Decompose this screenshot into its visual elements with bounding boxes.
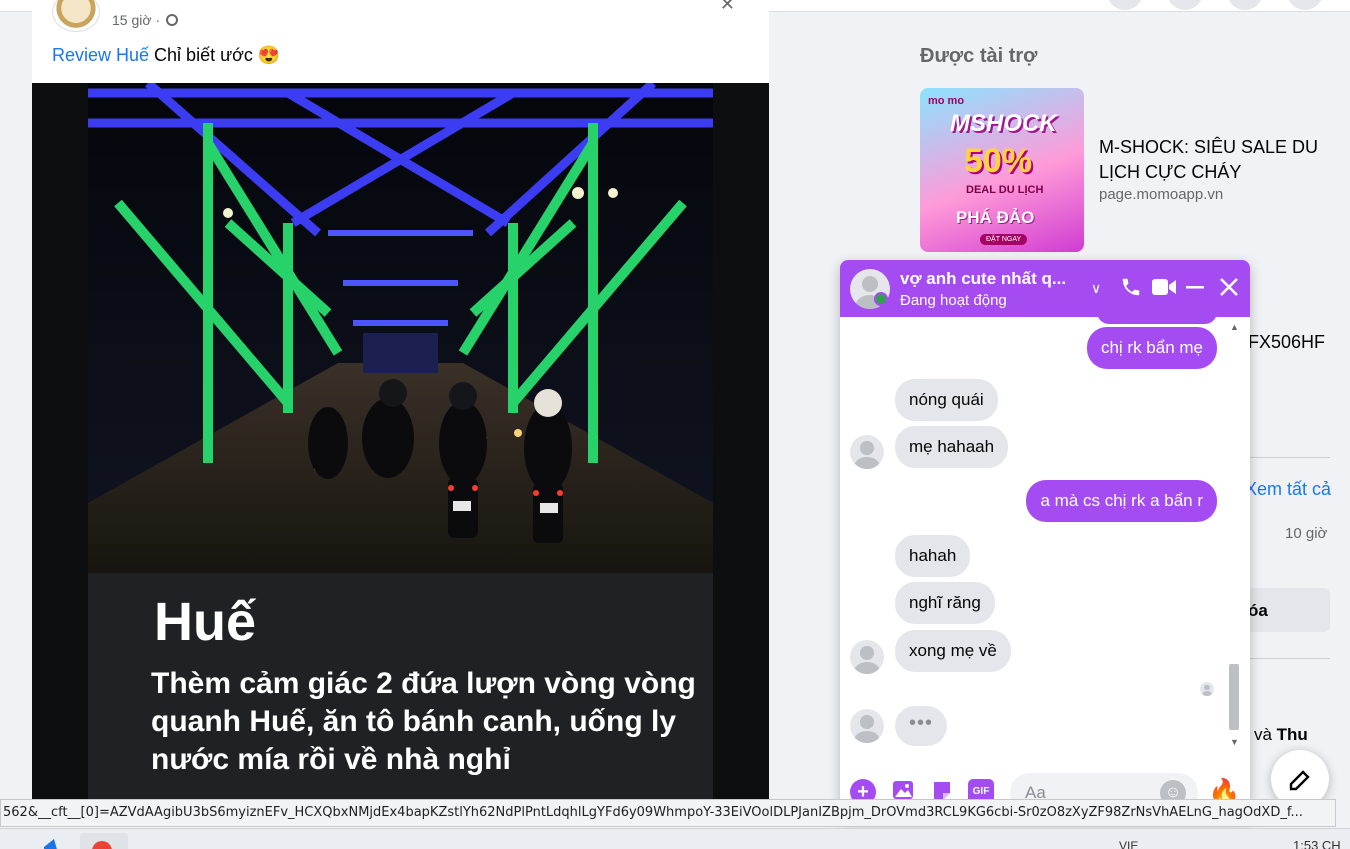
scroll-thumb[interactable] — [1229, 664, 1239, 730]
nav-menu-button[interactable] — [1107, 0, 1143, 10]
nav-account-button[interactable] — [1287, 0, 1323, 10]
ad2-title-link[interactable]: FX506HF — [1248, 332, 1325, 353]
message-incoming[interactable]: xong mẹ về — [895, 630, 1011, 672]
chat-scrollbar[interactable]: ▲ ▼ — [1227, 322, 1241, 747]
feed-post: 15 giờ · ✕ Review Huế Chỉ biết ước 😍 Huế… — [32, 0, 769, 820]
typing-indicator: ••• — [895, 706, 947, 746]
image-quote: Thèm cảm giác 2 đứa lượn vòng vòng quanh… — [151, 667, 696, 776]
post-meta: 15 giờ · — [112, 12, 178, 28]
post-caption: Review Huế Chỉ biết ước 😍 — [52, 45, 280, 66]
contact-avatar-small — [850, 709, 884, 743]
page-mention-link[interactable]: Review Huế — [52, 45, 149, 65]
ad-domain: page.momoapp.vn — [1099, 186, 1224, 203]
message-incoming[interactable]: nóng quái — [895, 379, 998, 421]
caption-text: Chỉ biết ước 😍 — [149, 45, 281, 65]
ad-thumb-phadao: PHÁ ĐẢO — [956, 208, 1035, 227]
nav-messenger-button[interactable] — [1167, 0, 1203, 10]
momo-logo: mo mo — [928, 95, 965, 107]
post-image[interactable]: Huế Thèm cảm giác 2 đứa lượn vòng vòng q… — [32, 83, 769, 820]
contact-avatar-small — [850, 640, 884, 674]
video-call-icon[interactable] — [1151, 276, 1177, 304]
sponsored-heading: Được tài trợ — [920, 45, 1038, 67]
close-icon[interactable]: ✕ — [720, 0, 735, 15]
caption-panel: Huế Thèm cảm giác 2 đứa lượn vòng vòng q… — [88, 573, 713, 820]
message-outgoing[interactable]: chị rk bẩn mẹ — [1086, 327, 1217, 369]
ad-thumb-percent: 50% — [964, 142, 1033, 180]
taskbar-app-active[interactable] — [80, 833, 128, 849]
post-time[interactable]: 15 giờ — [112, 12, 152, 28]
ad-thumb-button: ĐẶT NGAY — [980, 234, 1028, 245]
phone-icon[interactable] — [1120, 276, 1142, 304]
ad-thumb-deal: DEAL DU LỊCH — [966, 184, 1044, 196]
image-city-title: Huế — [154, 592, 257, 652]
chat-status: Đang hoạt động — [900, 292, 1007, 309]
seen-indicator-avatar — [1200, 682, 1214, 696]
meta-separator: · — [155, 12, 161, 28]
chat-header[interactable]: vợ anh cute nhất q... Đang hoạt động ∨ — [840, 260, 1250, 317]
online-indicator — [874, 292, 888, 306]
os-taskbar: VIE 1:53 CH — [0, 828, 1350, 849]
bridge-night-photo — [88, 83, 713, 573]
input-language[interactable]: VIE — [1119, 839, 1138, 849]
system-clock[interactable]: 1:53 CH — [1293, 838, 1341, 849]
scroll-up-arrow[interactable]: ▲ — [1230, 322, 1239, 332]
scroll-down-arrow[interactable]: ▼ — [1230, 737, 1239, 747]
ad-thumbnail[interactable]: mo mo MSHOCK 50% DEAL DU LỊCH PHÁ ĐẢO ĐẶ… — [920, 88, 1084, 252]
page-avatar[interactable] — [52, 0, 100, 32]
status-url-bar: 562&__cft__[0]=AZVdAAgibU3bS6myiznEFv_HC… — [0, 799, 1336, 827]
ad-thumb-headline: MSHOCK — [950, 110, 1057, 137]
sidebar-text-bold[interactable]: Thu — [1277, 725, 1308, 744]
sidebar-divider — [1240, 457, 1330, 458]
sidebar-divider — [1240, 658, 1330, 659]
chevron-down-icon[interactable]: ∨ — [1091, 276, 1101, 300]
previous-message-fragment — [1097, 312, 1217, 324]
globe-icon — [166, 14, 178, 26]
message-incoming[interactable]: hahah — [895, 535, 971, 577]
minimize-icon[interactable] — [1185, 276, 1205, 304]
message-incoming[interactable]: nghĩ răng — [895, 582, 995, 624]
message-outgoing[interactable]: a mà cs chị rk a bẩn r — [1026, 480, 1217, 522]
taskbar-app-icon[interactable] — [36, 833, 84, 849]
messenger-chat-window: vợ anh cute nhất q... Đang hoạt động ∨ c… — [840, 260, 1250, 820]
contact-avatar-small — [850, 435, 884, 469]
ad-title-link[interactable]: M-SHOCK: SIÊU SALE DU LỊCH CỰC CHÁY — [1099, 135, 1329, 185]
sidebar-timestamp: 10 giờ — [1285, 525, 1328, 542]
chat-contact-name[interactable]: vợ anh cute nhất q... — [900, 269, 1080, 289]
message-incoming[interactable]: mẹ hahaah — [895, 426, 1009, 468]
nav-notifications-button[interactable] — [1227, 0, 1263, 10]
sidebar-action-button[interactable]: óa — [1236, 588, 1330, 632]
see-all-link[interactable]: Xem tất cả — [1245, 479, 1331, 500]
close-icon[interactable] — [1218, 276, 1240, 304]
